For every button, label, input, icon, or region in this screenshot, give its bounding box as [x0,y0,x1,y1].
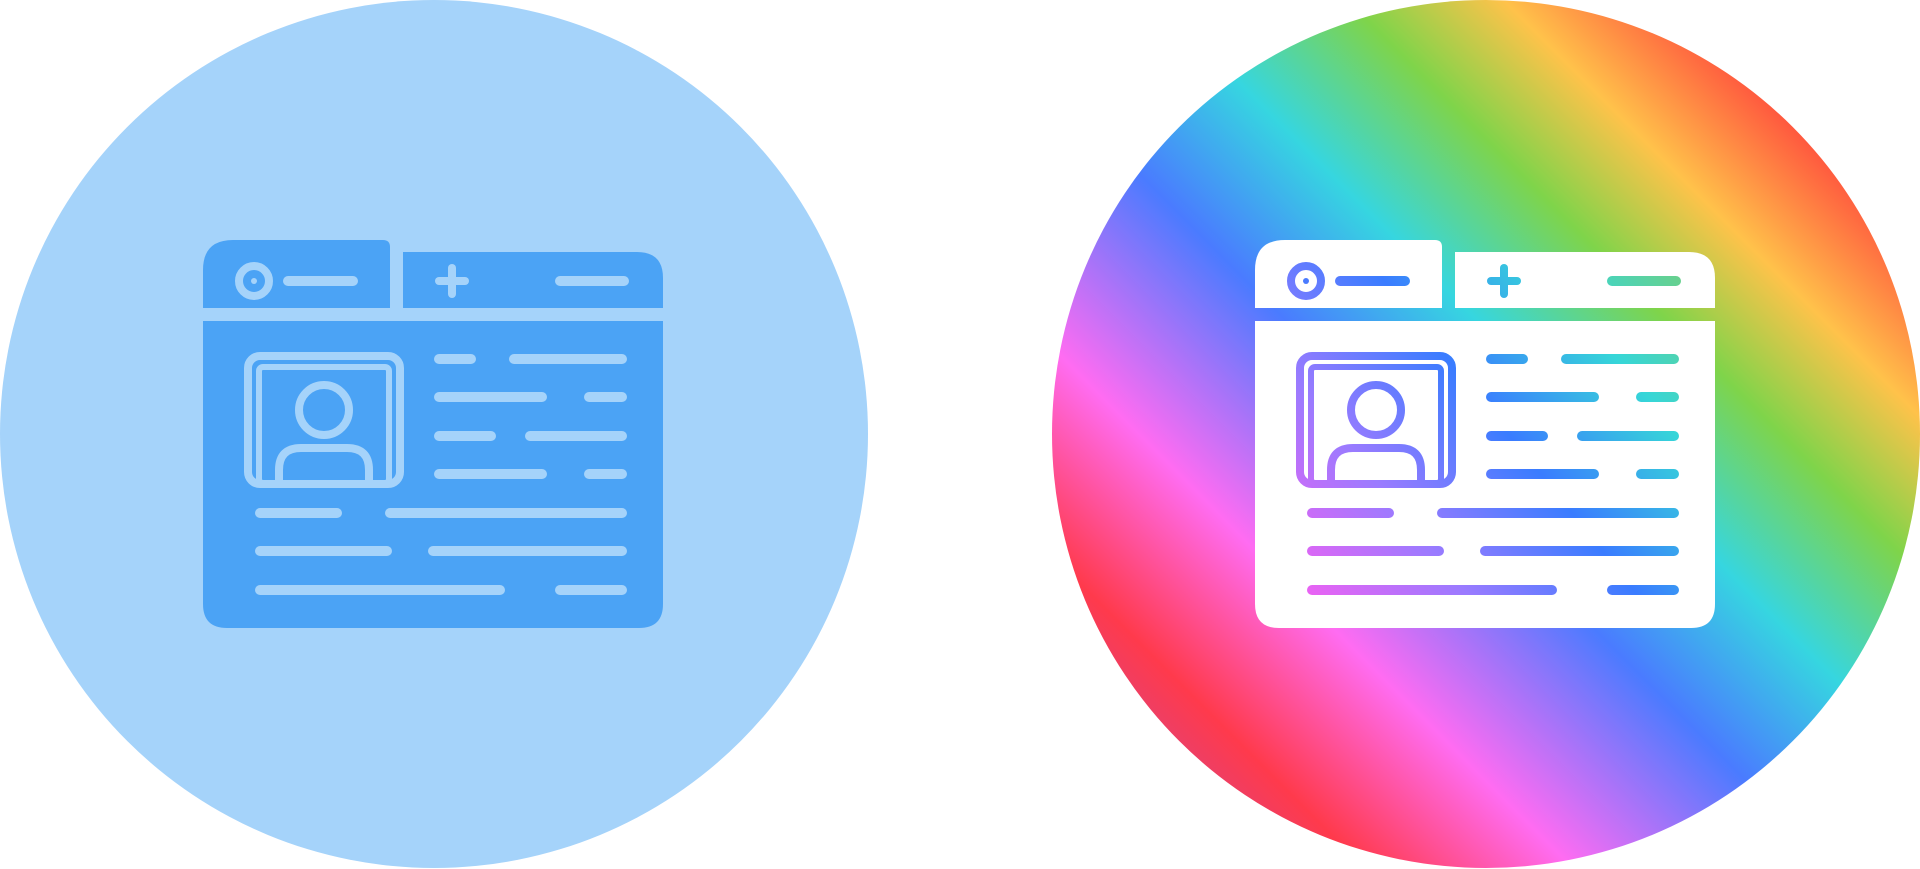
profile-page-icon-glyph [0,0,868,868]
profile-page-icon-gradient [1052,0,1920,868]
browser-tab-active [1255,240,1442,308]
icon-comparison-canvas [0,0,1920,869]
icon-pair-graphic [0,0,1920,868]
browser-tab-active [203,240,390,308]
